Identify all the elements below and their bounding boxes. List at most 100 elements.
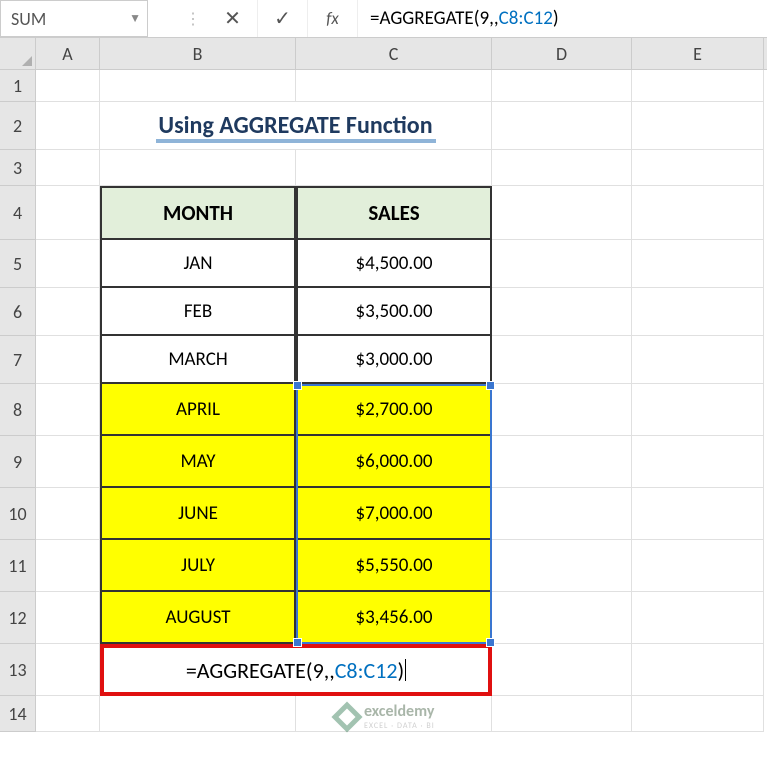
cell[interactable] bbox=[632, 102, 764, 150]
cell[interactable] bbox=[632, 336, 764, 384]
cell[interactable] bbox=[492, 436, 632, 488]
cell-month[interactable]: MAY bbox=[100, 436, 296, 488]
cell-sales[interactable]: $5,550.00 bbox=[296, 540, 492, 592]
col-header-B[interactable]: B bbox=[100, 38, 296, 69]
formula-input[interactable]: =AGGREGATE(9,,C8:C12) bbox=[358, 0, 767, 37]
cell-sales[interactable]: $2,700.00 bbox=[296, 384, 492, 436]
cell[interactable] bbox=[492, 186, 632, 240]
cell[interactable] bbox=[36, 336, 100, 384]
cell[interactable] bbox=[100, 70, 296, 102]
cell-month[interactable]: JULY bbox=[100, 540, 296, 592]
cell[interactable] bbox=[36, 488, 100, 540]
cell-sales[interactable]: $3,000.00 bbox=[296, 336, 492, 384]
cell[interactable] bbox=[36, 592, 100, 644]
row-header-10[interactable]: 10 bbox=[0, 488, 36, 540]
formula-editing-cell[interactable]: =AGGREGATE(9,,C8:C12) bbox=[100, 644, 492, 696]
cell[interactable] bbox=[632, 488, 764, 540]
cell[interactable] bbox=[632, 696, 764, 732]
row-header-7[interactable]: 7 bbox=[0, 336, 36, 384]
cell[interactable] bbox=[36, 70, 100, 102]
cell[interactable] bbox=[492, 488, 632, 540]
cell-sales[interactable]: $6,000.00 bbox=[296, 436, 492, 488]
cell[interactable] bbox=[492, 336, 632, 384]
table-header-month[interactable]: MONTH bbox=[100, 186, 296, 240]
table-row: JUNE$7,000.00 bbox=[36, 488, 767, 540]
cell[interactable] bbox=[492, 150, 632, 186]
cell-month[interactable]: AUGUST bbox=[100, 592, 296, 644]
cell[interactable] bbox=[632, 288, 764, 336]
name-box-value: SUM bbox=[11, 8, 46, 30]
cell[interactable] bbox=[492, 70, 632, 102]
cell-sales[interactable]: $7,000.00 bbox=[296, 488, 492, 540]
cell[interactable] bbox=[632, 384, 764, 436]
cell[interactable] bbox=[36, 288, 100, 336]
cell[interactable] bbox=[492, 696, 632, 732]
row-header-1[interactable]: 1 bbox=[0, 70, 36, 102]
cell-formula-ref: C8:C12 bbox=[335, 657, 398, 684]
cell[interactable] bbox=[492, 288, 632, 336]
col-header-D[interactable]: D bbox=[492, 38, 632, 69]
cell[interactable] bbox=[632, 70, 764, 102]
cell-month[interactable]: JAN bbox=[100, 240, 296, 288]
cell-sales[interactable]: $3,456.00 bbox=[296, 592, 492, 644]
cell[interactable] bbox=[36, 240, 100, 288]
cell[interactable] bbox=[36, 644, 100, 696]
cell[interactable] bbox=[632, 436, 764, 488]
row-header-9[interactable]: 9 bbox=[0, 436, 36, 488]
cells-area: Using AGGREGATE Function MONTH SALES JAN… bbox=[36, 70, 767, 732]
cell[interactable] bbox=[632, 186, 764, 240]
cell[interactable] bbox=[632, 592, 764, 644]
cancel-button[interactable]: ✕ bbox=[208, 0, 258, 37]
cell[interactable] bbox=[36, 384, 100, 436]
table-header-sales[interactable]: SALES bbox=[296, 186, 492, 240]
row-header-2[interactable]: 2 bbox=[0, 102, 36, 150]
name-box[interactable]: SUM ▼ bbox=[0, 0, 148, 37]
enter-button[interactable]: ✓ bbox=[258, 0, 308, 37]
row-header-12[interactable]: 12 bbox=[0, 592, 36, 644]
cell[interactable] bbox=[36, 540, 100, 592]
select-all-button[interactable] bbox=[0, 38, 36, 69]
name-box-dropdown-icon[interactable]: ▼ bbox=[129, 11, 141, 26]
cell[interactable] bbox=[36, 102, 100, 150]
cell-month[interactable]: APRIL bbox=[100, 384, 296, 436]
cell[interactable] bbox=[492, 592, 632, 644]
cell-sales[interactable]: $4,500.00 bbox=[296, 240, 492, 288]
cell[interactable] bbox=[296, 696, 492, 732]
cell[interactable] bbox=[632, 540, 764, 592]
row-header-8[interactable]: 8 bbox=[0, 384, 36, 436]
cell[interactable] bbox=[296, 150, 492, 186]
cell[interactable] bbox=[632, 240, 764, 288]
cell[interactable] bbox=[100, 696, 296, 732]
cell[interactable] bbox=[492, 102, 632, 150]
col-header-C[interactable]: C bbox=[296, 38, 492, 69]
cell[interactable] bbox=[36, 186, 100, 240]
cell[interactable] bbox=[492, 240, 632, 288]
col-header-E[interactable]: E bbox=[632, 38, 764, 69]
column-headers: A B C D E bbox=[0, 38, 767, 70]
cell-month[interactable]: FEB bbox=[100, 288, 296, 336]
cell[interactable] bbox=[36, 696, 100, 732]
cell[interactable] bbox=[632, 644, 764, 696]
cell-sales[interactable]: $3,500.00 bbox=[296, 288, 492, 336]
cell[interactable] bbox=[296, 70, 492, 102]
row-header-6[interactable]: 6 bbox=[0, 288, 36, 336]
fx-icon[interactable]: fx bbox=[308, 0, 358, 37]
cell[interactable] bbox=[492, 384, 632, 436]
row-header-14[interactable]: 14 bbox=[0, 696, 36, 732]
col-header-A[interactable]: A bbox=[36, 38, 100, 69]
cell[interactable] bbox=[492, 644, 632, 696]
row-header-3[interactable]: 3 bbox=[0, 150, 36, 186]
row-header-5[interactable]: 5 bbox=[0, 240, 36, 288]
row-header-13[interactable]: 13 bbox=[0, 644, 36, 696]
cell[interactable] bbox=[492, 540, 632, 592]
table-row: MARCH$3,000.00 bbox=[36, 336, 767, 384]
cell[interactable] bbox=[36, 436, 100, 488]
row-header-11[interactable]: 11 bbox=[0, 540, 36, 592]
cell[interactable] bbox=[632, 150, 764, 186]
cell[interactable] bbox=[100, 150, 296, 186]
cell[interactable] bbox=[36, 150, 100, 186]
title-cell[interactable]: Using AGGREGATE Function bbox=[100, 102, 492, 150]
cell-month[interactable]: MARCH bbox=[100, 336, 296, 384]
cell-month[interactable]: JUNE bbox=[100, 488, 296, 540]
row-header-4[interactable]: 4 bbox=[0, 186, 36, 240]
